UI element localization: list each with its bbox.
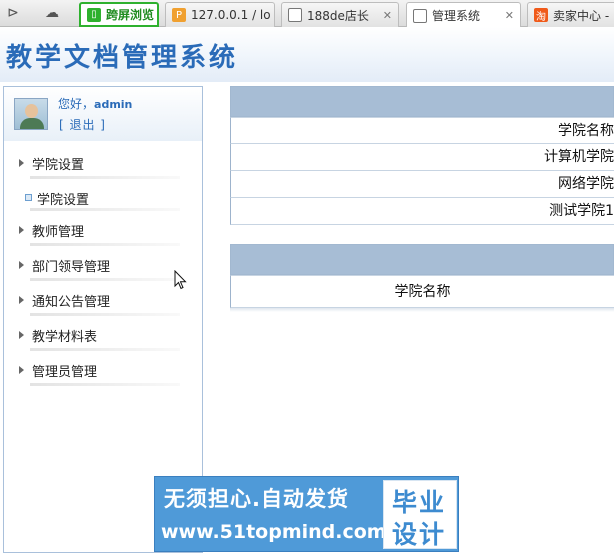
- tab-store[interactable]: 188de店长 ✕: [281, 2, 399, 27]
- sidebar-item-label: 部门领导管理: [32, 260, 111, 275]
- chevron-right-icon: [19, 366, 24, 374]
- sidebar-item-notice-management[interactable]: 通知公告管理: [4, 284, 202, 319]
- tab-label: 跨屏浏览: [106, 8, 155, 22]
- table-row[interactable]: 计算机学院: [230, 144, 614, 171]
- tab-cross-screen[interactable]: ▯ 跨屏浏览: [79, 2, 159, 27]
- sidebar-item-department-leader-management[interactable]: 部门领导管理: [4, 249, 202, 284]
- page-icon: [413, 8, 427, 23]
- tab-admin-system[interactable]: 管理系统 ✕: [406, 2, 521, 28]
- mouse-cursor-icon: [174, 270, 187, 290]
- table-header-college-name: 学院名称: [230, 117, 614, 144]
- close-icon[interactable]: ✕: [499, 9, 514, 22]
- greeting: 您好，admin: [58, 95, 132, 112]
- page-title: 教学文档管理系统: [6, 43, 239, 73]
- watermark-badge: 毕业 设计: [383, 480, 457, 549]
- username: admin: [94, 98, 133, 111]
- tab-label: 127.0.0.1 / lo: [191, 8, 271, 22]
- chevron-right-icon: [19, 331, 24, 339]
- phpmyadmin-icon: P: [172, 8, 186, 22]
- page-icon: [288, 8, 302, 22]
- sidebar-item-admin-management[interactable]: 管理员管理: [4, 354, 202, 389]
- watermark-slogan: 无须担心.自动发货: [164, 487, 349, 511]
- tab-label: 卖家中心 -: [553, 8, 610, 23]
- close-icon[interactable]: ✕: [377, 9, 392, 22]
- avatar: [14, 98, 48, 130]
- sidebar-menu: 学院设置 学院设置 教师管理 部门领导管理 通知公告管理 教学材料表 管理员管理: [4, 147, 202, 389]
- logout-link[interactable]: [ 退出 ]: [59, 116, 106, 133]
- watermark-banner: 无须担心.自动发货 www.51topmind.com 毕业 设计: [154, 476, 459, 552]
- sidebar-subitem-college-settings[interactable]: 学院设置: [4, 182, 202, 214]
- table-row[interactable]: 测试学院1: [230, 198, 614, 225]
- chevron-right-icon: [19, 261, 24, 269]
- watermark-url: www.51topmind.com: [161, 521, 387, 543]
- table-title-bar: [230, 86, 614, 117]
- sidebar-item-teacher-management[interactable]: 教师管理: [4, 214, 202, 249]
- phone-icon: ▯: [87, 7, 101, 22]
- chevron-right-icon: [19, 296, 24, 304]
- college-form-table: 学院名称: [230, 244, 614, 312]
- taobao-icon: 淘: [534, 8, 548, 23]
- table-title-bar: [230, 244, 614, 275]
- sidebar-item-label: 教学材料表: [32, 330, 98, 345]
- tab-phpmyadmin[interactable]: P 127.0.0.1 / lo ✕: [165, 2, 275, 27]
- sidebar-item-college-settings[interactable]: 学院设置: [4, 147, 202, 182]
- tab-label: 188de店长: [307, 8, 369, 23]
- cloud-icon[interactable]: ☁: [42, 4, 62, 22]
- watermark-badge-line1: 毕业: [392, 488, 447, 517]
- sidebar-toggle-icon[interactable]: ⊳: [3, 4, 23, 22]
- header-banner: 教学文档管理系统: [0, 27, 614, 82]
- chevron-right-icon: [19, 226, 24, 234]
- sidebar-item-label: 管理员管理: [32, 365, 98, 380]
- sidebar-item-label: 学院设置: [32, 158, 85, 173]
- chevron-right-icon: [19, 159, 24, 167]
- greeting-text: 您好，: [58, 97, 95, 111]
- sidebar-item-teaching-materials[interactable]: 教学材料表: [4, 319, 202, 354]
- browser-tab-strip: ⊳ ☁ ▯ 跨屏浏览 P 127.0.0.1 / lo ✕ 188de店长 ✕ …: [0, 0, 614, 28]
- tab-seller-center[interactable]: 淘 卖家中心 -: [527, 2, 614, 27]
- tab-label: 管理系统: [432, 9, 481, 23]
- user-panel: 您好，admin [ 退出 ]: [4, 87, 202, 141]
- bullet-square-icon: [25, 194, 32, 201]
- college-list-table: 学院名称 计算机学院 网络学院 测试学院1: [230, 86, 614, 225]
- close-icon[interactable]: ✕: [271, 9, 274, 22]
- sidebar-item-label: 学院设置: [37, 193, 90, 208]
- sidebar-item-label: 教师管理: [32, 225, 85, 240]
- sidebar-item-label: 通知公告管理: [32, 295, 111, 310]
- form-label-college-name: 学院名称: [230, 275, 614, 308]
- watermark-badge-line2: 设计: [392, 520, 447, 549]
- table-row[interactable]: 网络学院: [230, 171, 614, 198]
